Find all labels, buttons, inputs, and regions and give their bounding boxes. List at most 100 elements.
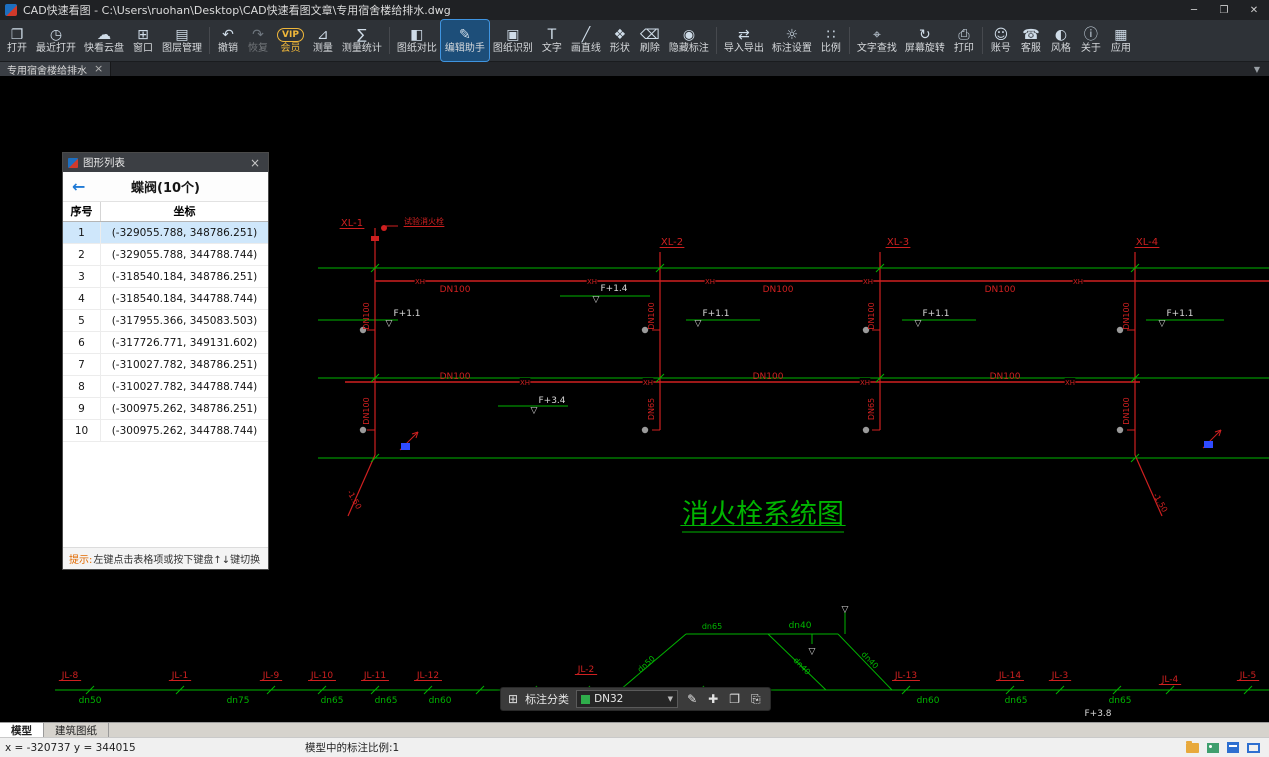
drawing-viewport[interactable]: XL-1 试验消火栓 XL-2 XL-3 XL-4 DN100 DN100 DN100 XH XH… xyxy=(0,76,1269,722)
cad-text: DN100 xyxy=(763,285,794,295)
annotation-category-dropdown[interactable]: DN32 ▼ xyxy=(576,690,679,708)
cad-text: dn65 xyxy=(321,696,344,706)
toolbar-print-button[interactable]: ⎙ 打印 xyxy=(949,20,979,61)
table-row[interactable]: 6 (-317726.771, 349131.602) xyxy=(63,332,268,354)
toolbar-hide-annotation-button[interactable]: ◉ 隐藏标注 xyxy=(665,20,713,61)
toolbar-item-label: 图纸对比 xyxy=(396,42,437,54)
toolbar-style-button[interactable]: ◐ 风格 xyxy=(1046,20,1076,61)
title-bar: CAD快速看图 - C:\Users\ruohan\Desktop\CAD快速看… xyxy=(0,0,1269,20)
toolbar-measure-button[interactable]: ⊿ 测量 xyxy=(308,20,338,61)
toolbar-text-button[interactable]: T 文字 xyxy=(537,20,567,61)
toolbar-support-button[interactable]: ☎ 客服 xyxy=(1016,20,1046,61)
toolbar-measure-stats-button[interactable]: ∑ 测量统计 xyxy=(338,20,386,61)
cad-text: XH xyxy=(1073,278,1083,286)
maximize-icon[interactable]: ❐ xyxy=(1209,0,1239,20)
paste-annotation-icon[interactable]: ⎘ xyxy=(749,692,763,707)
table-row[interactable]: 3 (-318540.184, 348786.251) xyxy=(63,266,268,288)
cad-line xyxy=(837,633,893,691)
toolbar-drawing-compare-button[interactable]: ◧ 图纸对比 xyxy=(393,20,441,61)
tab-architecture-drawing[interactable]: 建筑图纸 xyxy=(44,723,109,737)
cad-text: DN65 xyxy=(647,398,656,420)
toolbar-recent-open-button[interactable]: ◷ 最近打开 xyxy=(32,20,80,61)
toolbar-apps-button[interactable]: ▦ 应用 xyxy=(1106,20,1136,61)
toolbar-screen-rotate-button[interactable]: ↻ 屏幕旋转 xyxy=(901,20,949,61)
toolbar-item-label: 文字 xyxy=(541,42,562,54)
screen-icon[interactable] xyxy=(1247,742,1260,753)
cad-text: DN100 xyxy=(753,372,784,382)
back-arrow-icon[interactable]: ← xyxy=(72,177,85,196)
cad-text: JL-4 xyxy=(1161,675,1179,685)
print-icon: ⎙ xyxy=(958,26,970,43)
table-row[interactable]: 8 (-310027.782, 344788.744) xyxy=(63,376,268,398)
cad-text: DN100 xyxy=(867,302,876,329)
toolbar-item-label: 窗口 xyxy=(133,42,153,54)
drawing-compare-icon: ◧ xyxy=(410,26,424,43)
table-row[interactable]: 1 (-329055.788, 348786.251) xyxy=(63,222,268,244)
pdf-icon[interactable] xyxy=(1227,742,1239,753)
toolbar-redo-button[interactable]: ↷ 恢复 xyxy=(243,20,273,61)
toolbar-item-label: 标注设置 xyxy=(771,42,812,54)
dialog-close-icon[interactable]: × xyxy=(247,156,263,170)
toolbar-text-search-button[interactable]: ⌖ 文字查找 xyxy=(853,20,901,61)
toolbar-draw-line-button[interactable]: ╱ 画直线 xyxy=(567,20,605,61)
toolbar-item-label: 最近打开 xyxy=(36,42,76,54)
toolbar-layer-manager-button[interactable]: ▤ 图层管理 xyxy=(158,20,206,61)
cad-text: JL-8 xyxy=(61,671,79,681)
toolbar-undo-button[interactable]: ↶ 撤销 xyxy=(213,20,243,61)
table-row[interactable]: 9 (-300975.262, 348786.251) xyxy=(63,398,268,420)
screen-rotate-icon: ↻ xyxy=(919,26,931,43)
cad-symbol xyxy=(1204,441,1213,448)
edit-annotation-icon[interactable]: ✎ xyxy=(685,692,699,706)
annotation-settings-icon: ☼ xyxy=(785,26,799,43)
shapes-icon: ❖ xyxy=(613,26,627,43)
toolbar-cloud-drive-button[interactable]: ☁ 快看云盘 xyxy=(80,20,128,61)
cad-text: F+3.4 xyxy=(538,396,565,406)
apps-icon: ▦ xyxy=(1114,26,1128,43)
table-row[interactable]: 5 (-317955.366, 345083.503) xyxy=(63,310,268,332)
table-row[interactable]: 4 (-318540.184, 344788.744) xyxy=(63,288,268,310)
toolbar-drawing-recognize-button[interactable]: ▣ 图纸识别 xyxy=(489,20,537,61)
tab-close-icon[interactable]: × xyxy=(94,63,103,74)
cad-symbol xyxy=(371,236,379,241)
text-search-icon: ⌖ xyxy=(872,26,881,43)
toolbar-shapes-button[interactable]: ❖ 形状 xyxy=(605,20,635,61)
toolbar-erase-button[interactable]: ⌫ 刷除 xyxy=(635,20,665,61)
cad-text: -1.50 xyxy=(345,489,363,511)
toolbar-scale-button[interactable]: ∷ 比例 xyxy=(816,20,846,61)
window-title: CAD快速看图 - C:\Users\ruohan\Desktop\CAD快速看… xyxy=(23,4,451,17)
toolbar-edit-assistant-button[interactable]: ✎ 编辑助手 xyxy=(439,19,490,62)
minimize-icon[interactable]: ─ xyxy=(1179,0,1209,20)
draw-line-icon: ╱ xyxy=(581,26,591,43)
close-icon[interactable]: ✕ xyxy=(1239,0,1269,20)
table-row[interactable]: 2 (-329055.788, 344788.744) xyxy=(63,244,268,266)
image-icon[interactable] xyxy=(1207,742,1219,753)
toolbar-vip-member-button[interactable]: VIP 会员 xyxy=(273,20,308,61)
cad-text: JL-3 xyxy=(1051,671,1068,681)
row-coordinate: (-310027.782, 344788.744) xyxy=(111,381,258,393)
toolbar-open-button[interactable]: ❐ 打开 xyxy=(2,20,32,61)
table-row[interactable]: 10 (-300975.262, 344788.744) xyxy=(63,420,268,442)
recent-open-icon: ◷ xyxy=(49,26,63,43)
tab-model[interactable]: 模型 xyxy=(0,723,44,737)
table-row[interactable]: 7 (-310027.782, 348786.251) xyxy=(63,354,268,376)
toolbar-annotation-settings-button[interactable]: ☼ 标注设置 xyxy=(768,20,816,61)
vip-member-icon: VIP xyxy=(277,28,304,42)
import-export-icon: ⇄ xyxy=(738,26,750,43)
document-tab-strip: 专用宿舍楼给排水 × ▼ xyxy=(0,62,1269,77)
toolbar-about-button[interactable]: ⓘ 关于 xyxy=(1076,20,1106,61)
copy-annotation-icon[interactable]: ❐ xyxy=(727,692,742,706)
toolbar-account-button[interactable]: ☺ 账号 xyxy=(986,20,1016,61)
cad-text: ▽ xyxy=(386,319,393,329)
toolbar-import-export-button[interactable]: ⇄ 导入导出 xyxy=(720,20,768,61)
toolbar-item-label: 关于 xyxy=(1080,42,1101,54)
toolbar-window-button[interactable]: ⊞ 窗口 xyxy=(128,20,158,61)
document-tab[interactable]: 专用宿舍楼给排水 × xyxy=(0,62,112,77)
cad-hydrant-symbol xyxy=(641,426,649,434)
move-annotation-icon[interactable]: ✚ xyxy=(706,692,720,706)
row-index: 1 xyxy=(63,222,101,243)
cad-text: dn75 xyxy=(227,696,250,706)
folder-icon[interactable] xyxy=(1186,740,1199,753)
tab-list-caret-icon[interactable]: ▼ xyxy=(1254,62,1269,76)
annotation-toolbar: ⊞ 标注分类 DN32 ▼ ✎ ✚ ❐ ⎘ xyxy=(500,687,771,711)
dialog-title-bar[interactable]: 图形列表 × xyxy=(63,153,268,172)
